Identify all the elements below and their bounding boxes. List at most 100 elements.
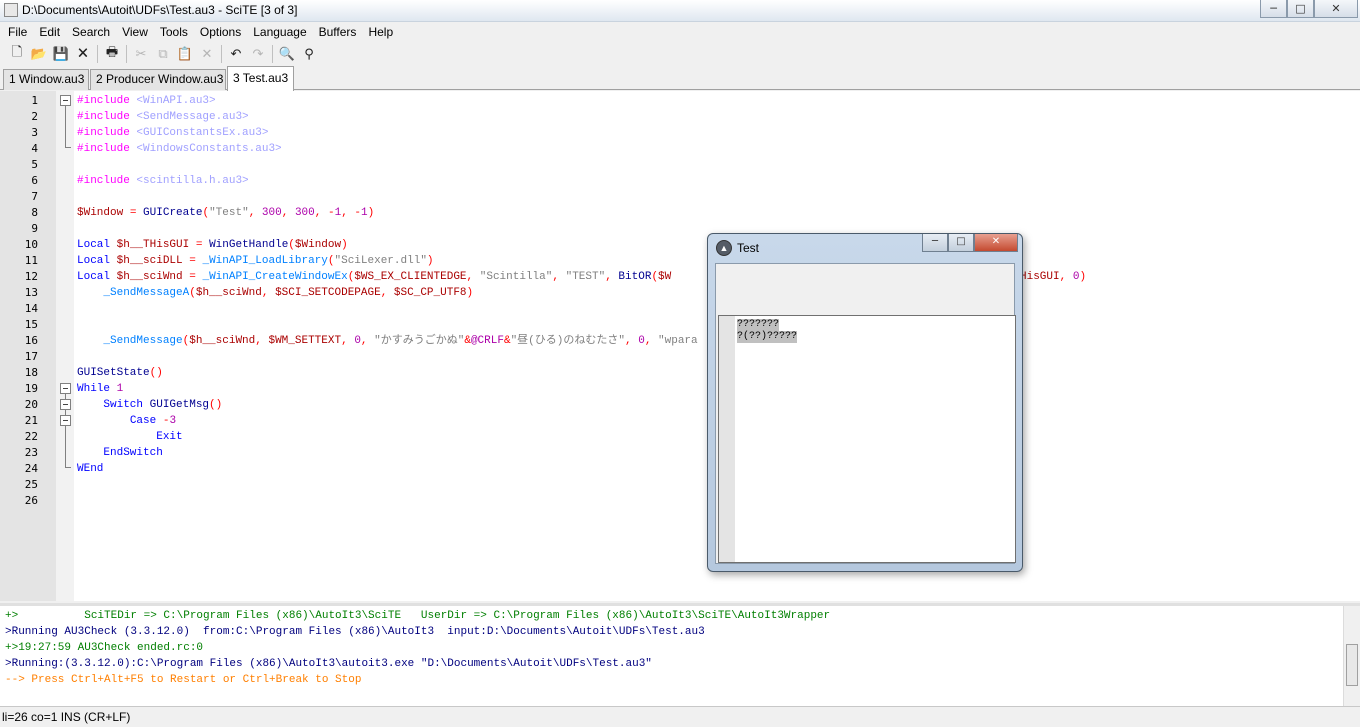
toolbar: 🗋 📂 💾 🗙 🖶 ✂ ⧉ 📋 ✕ ↶ ↷ 🔍 ⚲ (0, 42, 1360, 66)
undo-icon[interactable]: ↶ (225, 44, 247, 64)
output-scrollbar[interactable] (1343, 606, 1360, 706)
line-number: 4 (31, 142, 38, 155)
dialog-close-button[interactable]: ✕ (974, 234, 1018, 252)
code-line: #include <SendMessage.au3> (77, 111, 249, 123)
tab-producer-window-au3[interactable]: 2 Producer Window.au3 (90, 69, 226, 90)
code-line-tail: HisGUI, 0) (1020, 271, 1087, 283)
menu-buffers[interactable]: Buffers (313, 22, 363, 42)
toolbar-separator (97, 45, 98, 63)
maximize-button[interactable]: □ (1287, 0, 1314, 18)
line-number: 17 (24, 350, 38, 363)
code-line: #include <scintilla.h.au3> (77, 175, 249, 187)
fold-toggle-icon[interactable] (60, 415, 71, 426)
scintilla-gutter (719, 316, 735, 562)
print-icon[interactable]: 🖶 (101, 44, 123, 64)
code-line: While 1 (77, 383, 124, 395)
line-number: 22 (24, 430, 38, 443)
menu-file[interactable]: File (2, 22, 33, 42)
output-line: --> Press Ctrl+Alt+F5 to Restart or Ctrl… (5, 674, 362, 686)
line-number: 6 (31, 174, 38, 187)
menu-bar: File Edit Search View Tools Options Lang… (0, 22, 1360, 42)
line-number: 23 (24, 446, 38, 459)
close-button[interactable]: ✕ (1314, 0, 1358, 18)
menu-help[interactable]: Help (362, 22, 399, 42)
title-bar[interactable]: D:\Documents\Autoit\UDFs\Test.au3 - SciT… (0, 0, 1360, 22)
dialog-maximize-button[interactable]: □ (948, 234, 974, 252)
menu-language[interactable]: Language (247, 22, 312, 42)
code-editor[interactable]: 1 #include <WinAPI.au3> 2 #include <SendMe… (0, 91, 1360, 601)
fold-toggle-icon[interactable] (60, 383, 71, 394)
line-number: 11 (24, 254, 38, 267)
copy-icon[interactable]: ⧉ (152, 44, 174, 64)
window-title: D:\Documents\Autoit\UDFs\Test.au3 - SciT… (22, 3, 298, 17)
line-number: 14 (24, 302, 38, 315)
paste-icon[interactable]: 📋 (174, 44, 196, 64)
line-number: 24 (24, 462, 38, 475)
line-number: 20 (24, 398, 38, 411)
replace-icon[interactable]: ⚲ (298, 44, 320, 64)
redo-icon[interactable]: ↷ (247, 44, 269, 64)
fold-toggle-icon[interactable] (60, 399, 71, 410)
toolbar-separator (221, 45, 222, 63)
open-folder-icon[interactable]: 📂 (28, 44, 50, 64)
output-scrollbar-thumb[interactable] (1346, 644, 1358, 686)
line-number: 26 (24, 494, 38, 507)
code-line: GUISetState() (77, 367, 163, 379)
scite-app-icon (4, 3, 18, 17)
cut-icon[interactable]: ✂ (130, 44, 152, 64)
code-line: Local $h__THisGUI = WinGetHandle($Window… (77, 239, 348, 251)
close-file-icon[interactable]: 🗙 (72, 44, 94, 64)
dialog-minimize-button[interactable]: ─ (922, 234, 948, 252)
code-line: #include <WindowsConstants.au3> (77, 143, 282, 155)
line-number: 16 (24, 334, 38, 347)
dialog-client-area: ??????? ?(??)????? (715, 263, 1016, 564)
line-number: 21 (24, 414, 38, 427)
line-number: 5 (31, 158, 38, 171)
dialog-title: Test (737, 241, 760, 255)
output-line: +> SciTEDir => C:\Program Files (x86)\Au… (5, 610, 831, 622)
fold-toggle-icon[interactable] (60, 95, 71, 106)
line-number: 1 (31, 94, 38, 107)
line-number: 10 (24, 238, 38, 251)
status-bar: li=26 co=1 INS (CR+LF) (0, 706, 1360, 727)
new-file-icon[interactable]: 🗋 (6, 44, 28, 64)
scintilla-text-line: ??????? (737, 319, 780, 331)
menu-search[interactable]: Search (66, 22, 116, 42)
menu-tools[interactable]: Tools (154, 22, 194, 42)
output-pane[interactable]: +> SciTEDir => C:\Program Files (x86)\Au… (0, 603, 1360, 706)
code-line: WEnd (77, 463, 104, 475)
menu-view[interactable]: View (116, 22, 154, 42)
toolbar-separator (126, 45, 127, 63)
line-number: 3 (31, 126, 38, 139)
code-line: _SendMessageA($h__sciWnd, $SCI_SETCODEPA… (103, 287, 474, 299)
code-line: Local $h__sciWnd = _WinAPI_CreateWindowE… (77, 271, 672, 283)
tab-bar: 1 Window.au3 2 Producer Window.au3 3 Tes… (0, 66, 1360, 91)
code-line: EndSwitch (103, 447, 163, 459)
code-line: Exit (156, 431, 183, 443)
minimize-button[interactable]: ─ (1260, 0, 1287, 18)
code-line: #include <GUIConstantsEx.au3> (77, 127, 269, 139)
scintilla-control[interactable]: ??????? ?(??)????? (718, 315, 1016, 563)
window-controls: ─ □ ✕ (1260, 0, 1358, 18)
line-number: 2 (31, 110, 38, 123)
line-number: 15 (24, 318, 38, 331)
line-number: 12 (24, 270, 38, 283)
menu-edit[interactable]: Edit (33, 22, 66, 42)
test-dialog-window[interactable]: ▲ Test ─ □ ✕ ??????? ?(??)????? (707, 233, 1023, 572)
line-number: 18 (24, 366, 38, 379)
output-line: >Running:(3.3.12.0):C:\Program Files (x8… (5, 658, 652, 670)
find-icon[interactable]: 🔍 (276, 44, 298, 64)
menu-options[interactable]: Options (194, 22, 247, 42)
line-number: 19 (24, 382, 38, 395)
code-line: Local $h__sciDLL = _WinAPI_LoadLibrary("… (77, 255, 434, 267)
save-icon[interactable]: 💾 (50, 44, 72, 64)
code-line: Case -3 (129, 415, 177, 427)
delete-icon[interactable]: ✕ (196, 44, 218, 64)
line-number: 13 (24, 286, 38, 299)
tab-test-au3[interactable]: 3 Test.au3 (227, 66, 294, 91)
tab-window-au3[interactable]: 1 Window.au3 (3, 69, 89, 90)
output-line: +>19:27:59 AU3Check ended.rc:0 (5, 642, 204, 654)
line-number: 8 (31, 206, 38, 219)
code-line: _SendMessage($h__sciWnd, $WM_SETTEXT, 0,… (103, 335, 698, 347)
line-number: 7 (31, 190, 38, 203)
